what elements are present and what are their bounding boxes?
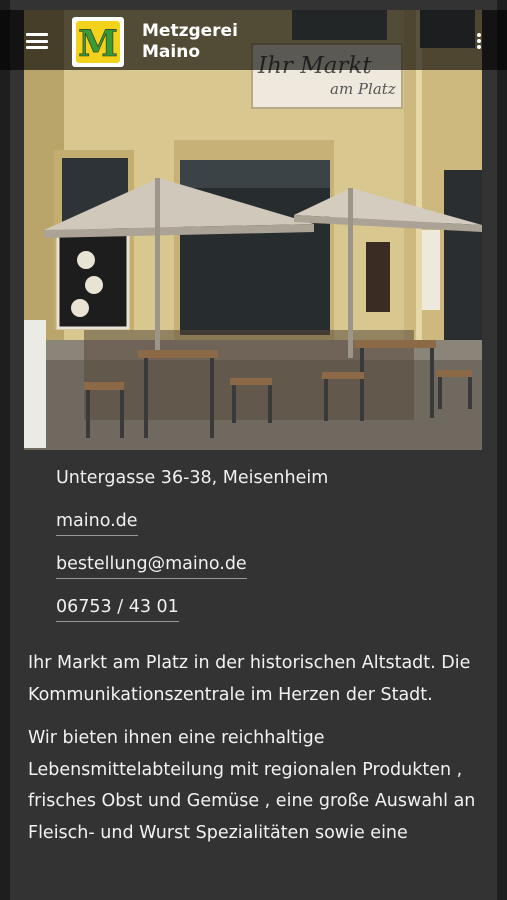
contact-list: Untergasse 36-38, Meisenheim maino.de be…: [56, 465, 476, 637]
app-header: M Metzgerei Maino: [0, 10, 507, 70]
description-paragraph-2: Wir bieten ihnen eine reichhaltige Leben…: [28, 728, 476, 843]
phone-link[interactable]: 06753 / 43 01: [56, 594, 179, 622]
hamburger-menu-icon[interactable]: [26, 33, 48, 49]
brand-name-line1: Metzgerei: [142, 21, 238, 41]
more-vertical-icon[interactable]: [476, 33, 482, 51]
email-link[interactable]: bestellung@maino.de: [56, 551, 247, 579]
storefront-photo: Ihr Markt am Platz: [24, 10, 482, 450]
address-text: Untergasse 36-38, Meisenheim: [56, 468, 329, 488]
logo-letter: M: [78, 23, 118, 65]
brand-logo[interactable]: M: [72, 17, 124, 67]
website-row: maino.de: [56, 508, 476, 551]
phone-row: 06753 / 43 01: [56, 594, 476, 637]
sign-text-line2: am Platz: [330, 80, 396, 98]
description-paragraph-1: Ihr Markt am Platz in der historischen A…: [28, 653, 471, 705]
email-row: bestellung@maino.de: [56, 551, 476, 594]
brand-name-line2: Maino: [142, 42, 200, 62]
description: Ihr Markt am Platz in der historischen A…: [28, 648, 493, 861]
address-row: Untergasse 36-38, Meisenheim: [56, 465, 476, 508]
brand-name[interactable]: Metzgerei Maino: [142, 21, 292, 63]
website-link[interactable]: maino.de: [56, 508, 138, 536]
